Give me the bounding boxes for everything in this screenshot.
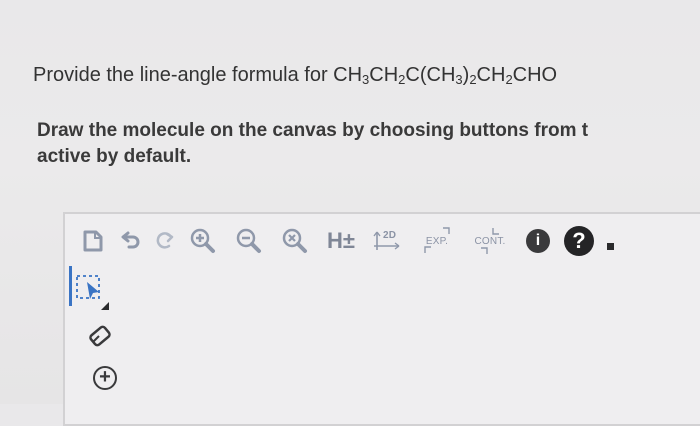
eraser-icon [89, 325, 111, 347]
zoom-out-icon[interactable] [231, 226, 267, 256]
zoom-in-icon[interactable] [185, 226, 221, 256]
plus-icon: + [99, 366, 111, 388]
info-icon: i [526, 229, 550, 253]
instruction-line-1: Draw the molecule on the canvas by choos… [37, 120, 589, 141]
lasso-select-icon [76, 275, 109, 310]
formula: CH3CH2C(CH3)2CH2CHO [333, 64, 558, 87]
active-tool-indicator [69, 266, 72, 306]
question-prefix: Provide the line-angle formula for [33, 64, 334, 86]
undo-icon[interactable] [117, 226, 145, 256]
explicit-hydrogens-button[interactable]: H± [321, 226, 361, 256]
help-icon: ? [564, 226, 594, 256]
editor-toolbar: H± 2D EXP. CONT. i ? [65, 214, 700, 266]
new-document-icon[interactable] [79, 226, 107, 256]
add-atom-button[interactable]: + [93, 366, 117, 390]
info-button[interactable]: i [523, 226, 553, 256]
question-text: Provide the line-angle formula for CH3CH… [33, 64, 557, 87]
eraser-tool-button[interactable] [85, 322, 115, 357]
editor-side-toolbar: + [65, 266, 117, 426]
molecule-editor[interactable]: H± 2D EXP. CONT. i ? + [63, 212, 700, 426]
instruction-line-2: active by default. [37, 146, 192, 167]
help-button[interactable]: ? [561, 226, 597, 256]
redo-icon[interactable] [151, 226, 179, 256]
expand-button[interactable]: EXP. [415, 226, 459, 256]
zoom-reset-icon[interactable] [277, 226, 313, 256]
contract-button[interactable]: CONT. [467, 226, 513, 256]
drawing-canvas[interactable] [117, 266, 700, 424]
instruction-text: Draw the molecule on the canvas by choos… [37, 118, 588, 170]
clean-2d-button[interactable]: 2D [371, 226, 405, 256]
toolbar-overflow-indicator [605, 226, 615, 256]
select-tool-button[interactable] [73, 272, 109, 312]
